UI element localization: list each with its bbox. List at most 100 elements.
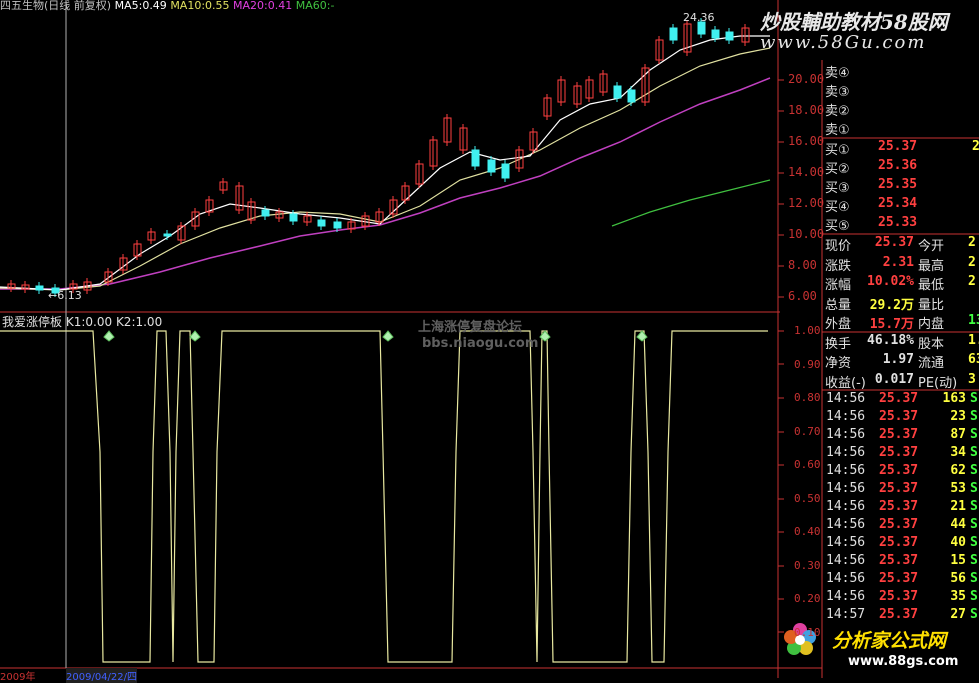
tick-price: 25.37 (879, 553, 919, 568)
tick-time: 14:56 (826, 481, 866, 496)
tick-volume: 15 (950, 553, 966, 568)
sell-level-label: 卖① (825, 123, 850, 138)
buy-level-price: 25.34 (878, 196, 918, 211)
tick-time: 14:56 (826, 463, 866, 478)
candle-body (711, 29, 720, 39)
ma60-value: MA60:- (295, 0, 335, 12)
tick-side: S (970, 517, 978, 532)
indicator-axis-label: 0.30 (794, 558, 821, 572)
tick-price: 25.37 (879, 409, 919, 424)
tick-price: 25.37 (879, 607, 919, 622)
ma20-line (0, 47, 771, 291)
indicator-axis-label: 0.10 (794, 625, 821, 639)
quote-key2: 内盘 (918, 317, 945, 332)
quote-value: 25.37 (874, 235, 914, 250)
tick-volume: 23 (950, 409, 966, 424)
indicator-axis-label: 0.50 (794, 491, 821, 505)
indicator-axis-label: 1.00 (794, 324, 821, 337)
quote-key: 外盘 (825, 317, 852, 332)
tick-price: 25.37 (879, 481, 919, 496)
main-chart-header: 四五生物(日线 前复权) MA5:0.49 MA10:0.55 MA20:0.4… (0, 0, 334, 13)
tick-time: 14:56 (826, 427, 866, 442)
indicator-axis-label: 0.80 (794, 391, 821, 404)
buy-level-volume: 2 (972, 139, 979, 154)
indicator-k2: K2:1.00 (115, 315, 163, 329)
quote-key2: PE(动) (918, 375, 958, 391)
watermark-url: www.58Gu.com (760, 32, 927, 53)
tick-volume: 40 (950, 535, 966, 550)
candle-body (487, 159, 496, 173)
candle-body (35, 285, 44, 291)
tick-volume: 44 (950, 517, 966, 532)
price-axis-label: 20.00 (788, 72, 825, 86)
candle-body (501, 163, 510, 179)
tick-time: 14:56 (826, 445, 866, 460)
tick-volume: 62 (950, 463, 966, 478)
price-axis-label: 18.00 (788, 103, 825, 117)
tick-time: 14:57 (826, 607, 866, 622)
tick-price: 25.37 (879, 391, 919, 406)
tick-time: 14:56 (826, 553, 866, 568)
limit-up-markers (103, 330, 648, 342)
candle-body (471, 149, 480, 167)
tick-volume: 87 (950, 427, 966, 442)
candle-body (627, 89, 636, 103)
quote-key: 净资 (825, 356, 852, 371)
candle-body (669, 27, 678, 41)
tick-price: 25.37 (879, 427, 919, 442)
price-axis-label: 16.00 (788, 134, 825, 148)
tick-price: 25.37 (879, 535, 919, 550)
quote-key: 换手 (825, 336, 852, 352)
indicator-axis-label: 0.40 (794, 525, 821, 538)
quote-key2: 量比 (918, 297, 945, 313)
buy-level-label: 买① (825, 143, 850, 158)
buy-level-price: 25.36 (878, 158, 918, 173)
buy-level-label: 买② (825, 162, 850, 177)
tick-time: 14:56 (826, 571, 866, 586)
tick-time: 14:56 (826, 535, 866, 550)
tick-side: S (970, 427, 978, 442)
quote-value2: 2 (968, 235, 976, 250)
tick-time: 14:56 (826, 409, 866, 424)
price-axis-label: 6.00 (788, 289, 817, 303)
quote-value2: 1. (968, 332, 979, 348)
indicator-axis-label: 0.70 (794, 424, 821, 438)
tick-side: S (970, 409, 978, 424)
limit-up-marker (636, 330, 648, 342)
candlesticks (7, 18, 750, 297)
peak-price-label: 24.36 (683, 11, 715, 24)
candle-body (163, 233, 172, 237)
tick-time: 14:56 (826, 499, 866, 514)
date-left: 2009年 (0, 672, 36, 683)
price-axis-label: 12.00 (788, 196, 825, 210)
ma5-value: MA5:0.49 (114, 0, 167, 12)
quote-key: 涨跌 (825, 258, 852, 274)
ma20-value: MA20:0.41 (233, 0, 293, 12)
tick-side: S (970, 571, 978, 586)
quote-value: 29.2万 (869, 297, 914, 313)
sell-level-label: 卖② (825, 104, 850, 119)
quote-value2: 13 (968, 313, 979, 328)
tick-volume: 34 (950, 445, 966, 460)
buy-level-label: 买③ (825, 181, 850, 196)
quote-value: 46.18% (867, 332, 914, 348)
price-axis-label: 14.00 (788, 165, 825, 179)
tick-volume: 53 (950, 481, 966, 496)
tick-price: 25.37 (879, 589, 919, 604)
tick-side: S (970, 463, 978, 478)
candle-body (317, 219, 326, 227)
tick-side: S (970, 499, 978, 514)
tick-side: S (970, 481, 978, 496)
tick-volume: 27 (950, 607, 966, 622)
quote-key: 现价 (825, 239, 852, 254)
tick-side: S (970, 607, 978, 622)
quote-key2: 今开 (918, 239, 945, 254)
quote-value: 1.97 (882, 352, 914, 367)
candle-body (613, 85, 622, 99)
corner-url: www.88gs.com (848, 654, 959, 669)
quote-key2: 股本 (918, 336, 945, 352)
quote-value: 2.31 (882, 254, 914, 270)
quote-key2: 流通 (918, 356, 945, 371)
quote-key2: 最高 (918, 258, 945, 274)
watermark-middle-url: bbs.niaogu.com (422, 336, 539, 351)
